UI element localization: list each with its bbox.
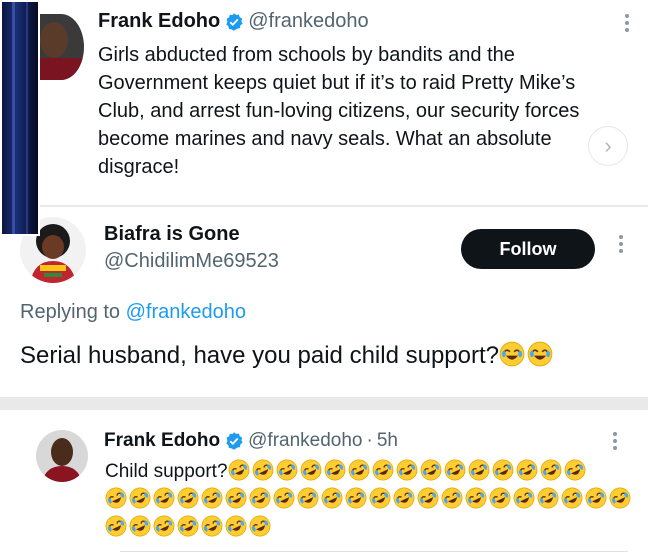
author-handle[interactable]: @frankedoho <box>248 10 368 33</box>
rofl-emoji-icon <box>585 487 607 509</box>
tweet-line: Government keeps quiet but if it’s to ra… <box>98 72 576 94</box>
author-handle[interactable]: @ChidilimMe69523 <box>104 250 279 273</box>
rofl-emoji-icon <box>276 459 297 481</box>
rofl-emoji-icon <box>249 487 271 509</box>
top-tweet-card[interactable]: Frank Edoho @frankedoho Girls abducted f… <box>0 0 648 205</box>
tweet-line: become marines and navy seals. What an a… <box>98 128 552 150</box>
response-line-2 <box>105 486 633 514</box>
rofl-emoji-icon <box>201 487 223 509</box>
author-name[interactable]: Frank Edoho <box>104 430 220 452</box>
response-tweet-header: Frank Edoho @frankedoho · 5h <box>104 430 398 452</box>
rofl-emoji-icon <box>393 487 415 509</box>
replying-to-line: Replying to @frankedoho <box>20 301 246 324</box>
rofl-emoji-icon <box>201 515 223 537</box>
more-options-icon[interactable] <box>612 432 618 450</box>
rofl-emoji-icon <box>441 487 463 509</box>
reply-tweet-card[interactable]: Biafra is Gone @ChidilimMe69523 Follow R… <box>0 207 648 397</box>
response-line-3 <box>105 514 273 542</box>
rofl-emoji-icon <box>372 459 393 481</box>
frank-edoho-avatar[interactable] <box>36 430 88 482</box>
rofl-emoji-icon <box>177 515 199 537</box>
rofl-emoji-icon <box>225 515 247 537</box>
author-name[interactable]: Biafra is Gone <box>104 223 279 246</box>
frank-edoho-avatar[interactable] <box>38 14 84 80</box>
rofl-emoji-icon <box>420 459 441 481</box>
rofl-emoji-icon <box>348 459 369 481</box>
chevron-right-icon[interactable]: › <box>588 126 628 166</box>
rofl-emoji-icon <box>516 459 537 481</box>
follow-button[interactable]: Follow <box>461 229 595 269</box>
rofl-emoji-icon <box>609 487 631 509</box>
more-options-icon[interactable] <box>624 14 630 32</box>
response-text: Child support? <box>105 461 228 482</box>
rofl-emoji-icon <box>177 487 199 509</box>
rofl-emoji-icon <box>324 459 345 481</box>
response-tweet-card[interactable]: Frank Edoho @frankedoho · 5h Child suppo… <box>0 410 648 554</box>
rofl-emoji-icon <box>417 487 439 509</box>
reply-tweet-header: Biafra is Gone @ChidilimMe69523 <box>104 223 279 273</box>
rofl-emoji-icon <box>129 487 151 509</box>
rofl-emoji-icon <box>564 459 585 481</box>
rofl-emoji-icon <box>444 459 465 481</box>
tears-of-joy-emoji-icon <box>527 341 553 367</box>
top-tweet-header: Frank Edoho @frankedoho <box>98 10 369 33</box>
rofl-emoji-icon <box>225 487 247 509</box>
replying-mention-link[interactable]: @frankedoho <box>126 301 246 323</box>
rofl-emoji-icon <box>513 487 535 509</box>
rofl-emoji-icon <box>252 459 273 481</box>
replying-prefix: Replying to <box>20 301 126 323</box>
rofl-emoji-icon <box>321 487 343 509</box>
verified-badge-icon <box>224 12 244 32</box>
rofl-emoji-icon <box>153 515 175 537</box>
rofl-emoji-icon <box>300 459 321 481</box>
author-name[interactable]: Frank Edoho <box>98 10 220 33</box>
reply-tweet-body: Serial husband, have you paid child supp… <box>20 341 555 370</box>
author-handle[interactable]: @frankedoho <box>248 430 362 452</box>
rofl-emoji-icon <box>492 459 513 481</box>
verified-badge-icon <box>224 431 244 451</box>
tweet-line: Club, and arrest fun-loving citizens, ou… <box>98 100 580 122</box>
rofl-emoji-icon <box>153 487 175 509</box>
rofl-emoji-icon <box>273 487 295 509</box>
tweet-line: Girls abducted from schools by bandits a… <box>98 44 515 66</box>
rofl-emoji-icon <box>561 487 583 509</box>
video-thumbnail[interactable] <box>0 0 40 236</box>
rofl-emoji-icon <box>345 487 367 509</box>
rofl-emoji-icon <box>465 487 487 509</box>
rofl-emoji-icon <box>249 515 271 537</box>
rofl-emoji-icon <box>105 515 127 537</box>
divider <box>120 551 628 552</box>
rofl-emoji-icon <box>489 487 511 509</box>
rofl-emoji-icon <box>129 515 151 537</box>
rofl-emoji-icon <box>537 487 559 509</box>
more-options-icon[interactable] <box>618 235 624 253</box>
tweet-body: Girls abducted from schools by bandits a… <box>98 42 579 180</box>
reply-emojis <box>499 341 555 369</box>
rofl-emoji-icon <box>540 459 561 481</box>
rofl-emoji-icon <box>228 459 249 481</box>
reply-text: Serial husband, have you paid child supp… <box>20 342 499 369</box>
rofl-emoji-icon <box>369 487 391 509</box>
response-line-1: Child support? <box>105 458 588 486</box>
rofl-emoji-icon <box>396 459 417 481</box>
rofl-emoji-icon <box>297 487 319 509</box>
separator-dot: · <box>366 430 373 451</box>
tweet-line: disgrace! <box>98 156 180 178</box>
tweet-timestamp[interactable]: 5h <box>377 430 398 452</box>
rofl-emoji-icon <box>105 487 127 509</box>
rofl-emoji-icon <box>468 459 489 481</box>
tears-of-joy-emoji-icon <box>499 341 525 367</box>
